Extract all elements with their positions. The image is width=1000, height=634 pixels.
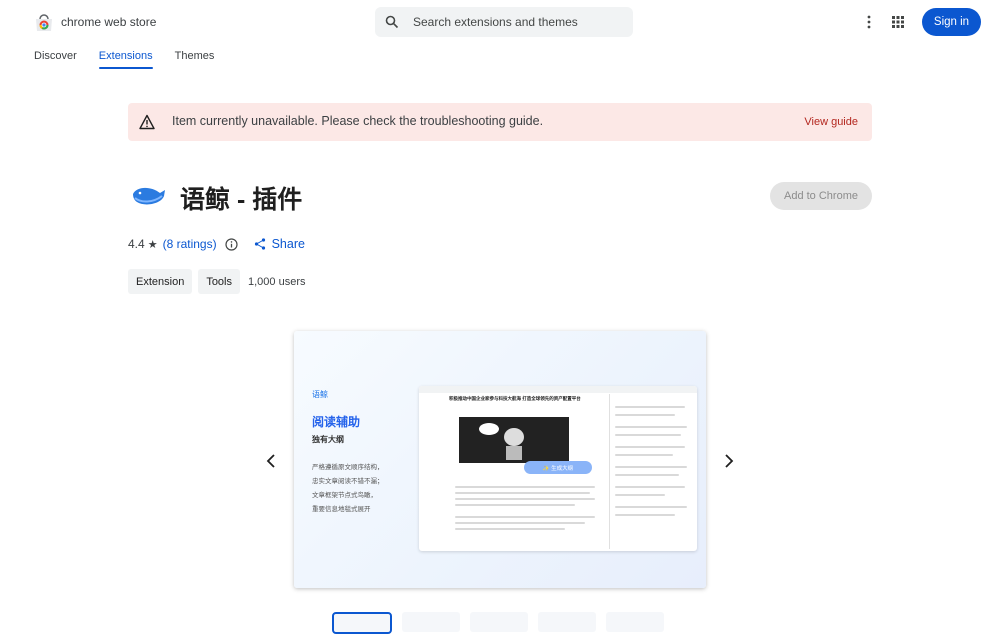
search-input[interactable]: Search extensions and themes	[375, 7, 633, 37]
slide-logo: 语鲸	[312, 390, 328, 399]
info-icon[interactable]	[224, 237, 238, 251]
slide-line: 严格遵循原文顺序结构，	[312, 464, 384, 471]
rating-row: 4.4 ★ (8 ratings) Share	[128, 237, 305, 251]
slide-subheading: 独有大纲	[312, 435, 344, 444]
thumbnail-1[interactable]	[332, 612, 392, 634]
extension-title: 语鲸 - 插件	[180, 186, 303, 214]
slide-heading: 阅读辅助	[312, 415, 361, 429]
share-icon	[254, 238, 265, 250]
carousel-next-icon[interactable]	[723, 453, 735, 469]
robot-illustration-icon	[479, 423, 524, 460]
share-label: Share	[271, 237, 305, 251]
text-line	[455, 504, 575, 506]
text-line	[615, 426, 687, 428]
warning-icon	[139, 114, 155, 130]
screenshot-slide[interactable]: 语鲸 阅读辅助 独有大纲 严格遵循原文顺序结构， 忠实文章阅读不错不漏； 文章框…	[294, 331, 706, 588]
thumbnail-4[interactable]	[538, 612, 596, 632]
brand-name: chrome web store	[61, 15, 157, 29]
text-line	[615, 414, 675, 416]
star-icon: ★	[147, 238, 158, 251]
slide-line: 忠实文章阅读不错不漏；	[312, 478, 384, 485]
text-line	[455, 486, 595, 488]
slide-line: 文章框架节点式鸟瞰，	[312, 492, 377, 499]
ratings-link[interactable]: (8 ratings)	[163, 237, 217, 251]
text-line	[455, 528, 565, 530]
text-line	[615, 486, 685, 488]
sign-in-button[interactable]: Sign in	[922, 8, 981, 36]
text-line	[455, 516, 595, 518]
embedded-article-image	[459, 417, 569, 463]
thumbnail-5[interactable]	[606, 612, 664, 632]
store-logo-link[interactable]: chrome web store	[34, 12, 156, 32]
text-line	[455, 498, 595, 500]
text-line	[615, 514, 675, 516]
chip-row: Extension Tools 1,000 users	[128, 269, 305, 294]
tab-extensions[interactable]: Extensions	[98, 50, 153, 69]
more-options-icon[interactable]	[862, 14, 876, 30]
extension-whale-icon	[133, 187, 165, 205]
chip-tools[interactable]: Tools	[198, 269, 240, 294]
search-placeholder: Search extensions and themes	[413, 15, 578, 29]
text-line	[615, 446, 685, 448]
carousel-prev-icon[interactable]	[265, 453, 277, 469]
text-line	[455, 492, 590, 494]
rating-value: 4.4	[128, 237, 145, 251]
top-header: chrome web store Search extensions and t…	[0, 0, 1000, 44]
thumbnail-3[interactable]	[470, 612, 528, 632]
google-apps-icon[interactable]	[891, 15, 905, 29]
thumbnail-2[interactable]	[402, 612, 460, 632]
generate-outline-badge: ✨ 生成大纲	[524, 461, 592, 474]
slide-line: 重要信息地毯式展开	[312, 506, 371, 513]
share-button[interactable]: Share	[254, 237, 305, 251]
text-line	[615, 494, 665, 496]
user-count: 1,000 users	[248, 275, 306, 288]
embedded-sidebar	[609, 394, 695, 549]
main-nav: Discover Extensions Themes	[34, 50, 236, 69]
text-line	[455, 522, 585, 524]
embedded-article-title: 积极推动中国企业家参与科技大航海 打造全球领先的资产配置平台	[449, 396, 581, 401]
chrome-web-store-logo-icon	[36, 14, 52, 31]
embedded-browser-bar	[419, 386, 697, 393]
banner-message: Item currently unavailable. Please check…	[172, 114, 544, 128]
embedded-screenshot: 积极推动中国企业家参与科技大航海 打造全球领先的资产配置平台 ✨ 生成大纲	[419, 386, 697, 551]
text-line	[615, 434, 681, 436]
ratings-count[interactable]: 8 ratings	[167, 237, 213, 251]
text-line	[615, 466, 687, 468]
chip-extension[interactable]: Extension	[128, 269, 193, 294]
thumbnail-strip	[332, 612, 674, 634]
text-line	[615, 474, 679, 476]
add-to-chrome-button[interactable]: Add to Chrome	[770, 182, 872, 210]
unavailable-banner: Item currently unavailable. Please check…	[128, 103, 872, 141]
text-line	[615, 406, 685, 408]
view-guide-link[interactable]: View guide	[804, 116, 858, 128]
search-icon	[385, 15, 399, 29]
tab-themes[interactable]: Themes	[175, 50, 215, 69]
text-line	[615, 506, 687, 508]
text-line	[615, 454, 673, 456]
tab-discover[interactable]: Discover	[34, 50, 77, 69]
